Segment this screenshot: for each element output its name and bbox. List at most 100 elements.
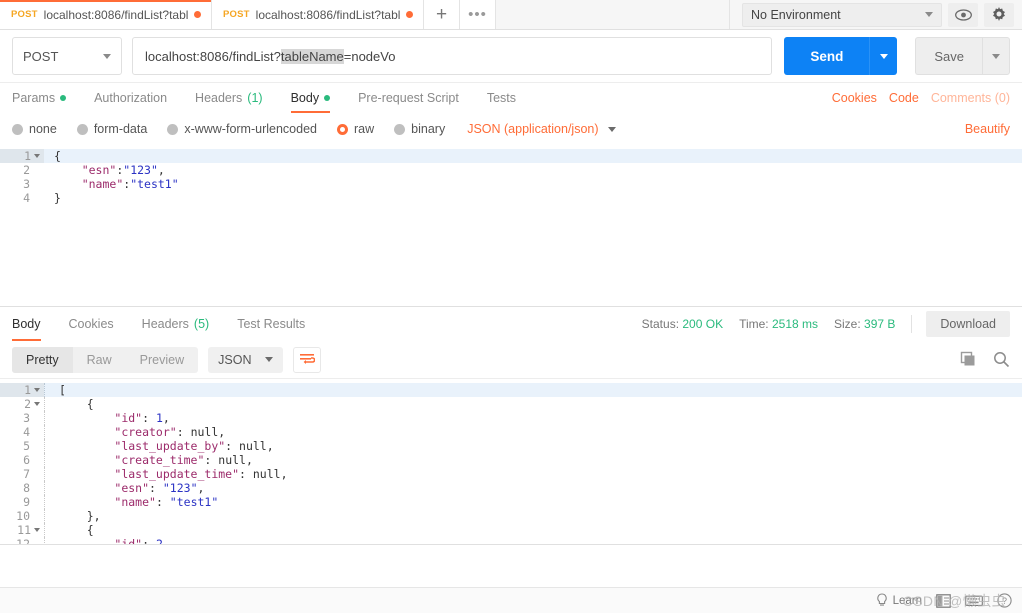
response-format-selector[interactable]: JSON	[208, 346, 284, 373]
comments-link[interactable]: Comments (0)	[931, 91, 1010, 105]
save-options-button[interactable]	[982, 37, 1010, 75]
line-number: 3	[0, 177, 44, 191]
fold-arrow-icon[interactable]	[34, 401, 40, 406]
code-text: "last_update_time": null,	[44, 467, 288, 481]
view-mode-raw[interactable]: Raw	[73, 347, 126, 373]
save-button-group: Save	[915, 37, 1010, 75]
save-button[interactable]: Save	[915, 37, 982, 75]
new-tab-button[interactable]: +	[424, 0, 460, 29]
tab-label: Cookies	[68, 317, 114, 331]
response-body-editor[interactable]: 1[2 {3 "id": 1, 4 "creator": null, 5 "last…	[0, 379, 1022, 545]
response-format-label: JSON	[218, 352, 252, 367]
response-code-line: 3 "id": 1,	[0, 411, 1022, 425]
response-toolbar-actions	[960, 351, 1010, 368]
tab-label: Body	[12, 317, 41, 331]
time-value: 2518 ms	[771, 317, 819, 331]
body-type-label: x-www-form-urlencoded	[184, 122, 317, 136]
word-wrap-icon	[300, 354, 316, 364]
fold-arrow-icon[interactable]	[34, 387, 40, 392]
code-text: "id": 1,	[44, 411, 170, 425]
code-link[interactable]: Code	[889, 91, 919, 105]
fold-arrow-icon[interactable]	[34, 153, 40, 158]
search-response-button[interactable]	[993, 351, 1010, 368]
code-text: "name":"test1"	[81, 177, 179, 191]
tab-headers[interactable]: Headers (1)	[181, 83, 277, 113]
ellipsis-icon: •••	[468, 6, 487, 23]
send-button[interactable]: Send	[784, 37, 870, 75]
copy-icon	[960, 351, 975, 366]
code-text: "esn": "123",	[44, 481, 204, 495]
radio-selected-icon	[337, 123, 348, 135]
request-tab-1[interactable]: POST localhost:8086/findList?tableNa	[0, 0, 212, 29]
tab-body[interactable]: Body	[277, 83, 345, 113]
tab-more-button[interactable]: •••	[460, 0, 496, 29]
response-code-line: 5 "last_update_by": null,	[0, 439, 1022, 453]
request-url-input[interactable]: localhost:8086/findList? tableName =nodeVo	[132, 37, 773, 75]
body-type-binary[interactable]: binary	[394, 122, 445, 136]
fold-arrow-icon[interactable]	[34, 527, 40, 532]
line-number: 2	[0, 163, 44, 177]
body-type-none[interactable]: none	[12, 122, 57, 136]
eye-icon	[954, 8, 972, 21]
tab-tests[interactable]: Tests	[473, 83, 530, 113]
code-text: {	[54, 149, 61, 163]
tab-authorization[interactable]: Authorization	[80, 83, 181, 113]
download-response-button[interactable]: Download	[926, 311, 1010, 337]
layout-toggle-button[interactable]	[936, 593, 951, 608]
word-wrap-button[interactable]	[293, 346, 322, 373]
url-highlighted-variable: tableName	[280, 48, 344, 64]
http-method-selector[interactable]: POST	[12, 37, 122, 75]
code-text: {	[44, 397, 94, 411]
line-number: 2	[0, 397, 44, 411]
tab-label: Headers	[195, 91, 243, 105]
body-type-raw[interactable]: raw	[337, 122, 374, 136]
body-type-form-data[interactable]: form-data	[76, 122, 147, 136]
chevron-down-icon	[265, 357, 274, 362]
learn-button[interactable]: Learn	[876, 593, 922, 608]
size-value: 397 B	[864, 317, 896, 331]
beautify-button[interactable]: Beautify	[965, 122, 1010, 136]
tab-label: Authorization	[94, 91, 168, 105]
line-number: 12	[0, 537, 44, 544]
response-tab-body[interactable]: Body	[12, 307, 55, 341]
keyboard-shortcuts-button[interactable]	[965, 594, 983, 607]
status-value: 200 OK	[682, 317, 724, 331]
cookies-link[interactable]: Cookies	[832, 91, 877, 105]
url-suffix: =nodeVo	[343, 48, 396, 64]
tab-count: (5)	[193, 317, 210, 331]
request-tab-2[interactable]: POST localhost:8086/findList?tableNa	[212, 0, 424, 29]
response-tab-cookies[interactable]: Cookies	[55, 307, 128, 341]
response-tab-test-results[interactable]: Test Results	[223, 307, 319, 341]
request-body-editor[interactable]: 1{2 "esn":"123", 3 "name":"test1" 4}	[0, 145, 1022, 307]
chevron-down-icon	[103, 53, 111, 59]
raw-format-selector[interactable]: JSON (application/json)	[467, 122, 616, 136]
chevron-down-icon	[607, 126, 616, 132]
url-prefix: localhost:8086/findList?	[145, 48, 281, 64]
response-tab-headers[interactable]: Headers (5)	[128, 307, 224, 341]
gear-icon	[993, 6, 1005, 21]
request-code-line: 3 "name":"test1"	[0, 177, 1022, 191]
two-pane-layout-icon	[936, 593, 951, 608]
tab-pre-request-script[interactable]: Pre-request Script	[344, 83, 473, 113]
response-view-mode-group: Pretty Raw Preview	[12, 346, 199, 373]
environment-selector[interactable]: No Environment	[742, 2, 942, 27]
settings-button[interactable]	[984, 2, 1014, 27]
view-mode-pretty[interactable]: Pretty	[12, 346, 73, 373]
line-number: 3	[0, 411, 44, 425]
help-button[interactable]: ?	[997, 593, 1012, 608]
body-type-x-www-form-urlencoded[interactable]: x-www-form-urlencoded	[167, 122, 317, 136]
response-code-line: 2 {	[0, 397, 1022, 411]
tab-label: Body	[290, 91, 320, 105]
view-mode-preview[interactable]: Preview	[126, 347, 198, 373]
environment-quick-look-button[interactable]	[948, 2, 978, 27]
send-options-button[interactable]	[869, 37, 898, 75]
line-number: 1	[0, 149, 44, 163]
code-text: "esn":"123",	[81, 163, 165, 177]
tab-params[interactable]: Params	[12, 83, 80, 113]
environment-area: No Environment	[729, 0, 1022, 29]
copy-response-button[interactable]	[960, 351, 977, 368]
code-text: }	[54, 191, 61, 205]
request-section-tabs: Params Authorization Headers (1) Body Pr…	[0, 83, 1022, 113]
body-type-row: none form-data x-www-form-urlencoded raw…	[0, 113, 1022, 145]
tab-label: Test Results	[237, 317, 306, 331]
